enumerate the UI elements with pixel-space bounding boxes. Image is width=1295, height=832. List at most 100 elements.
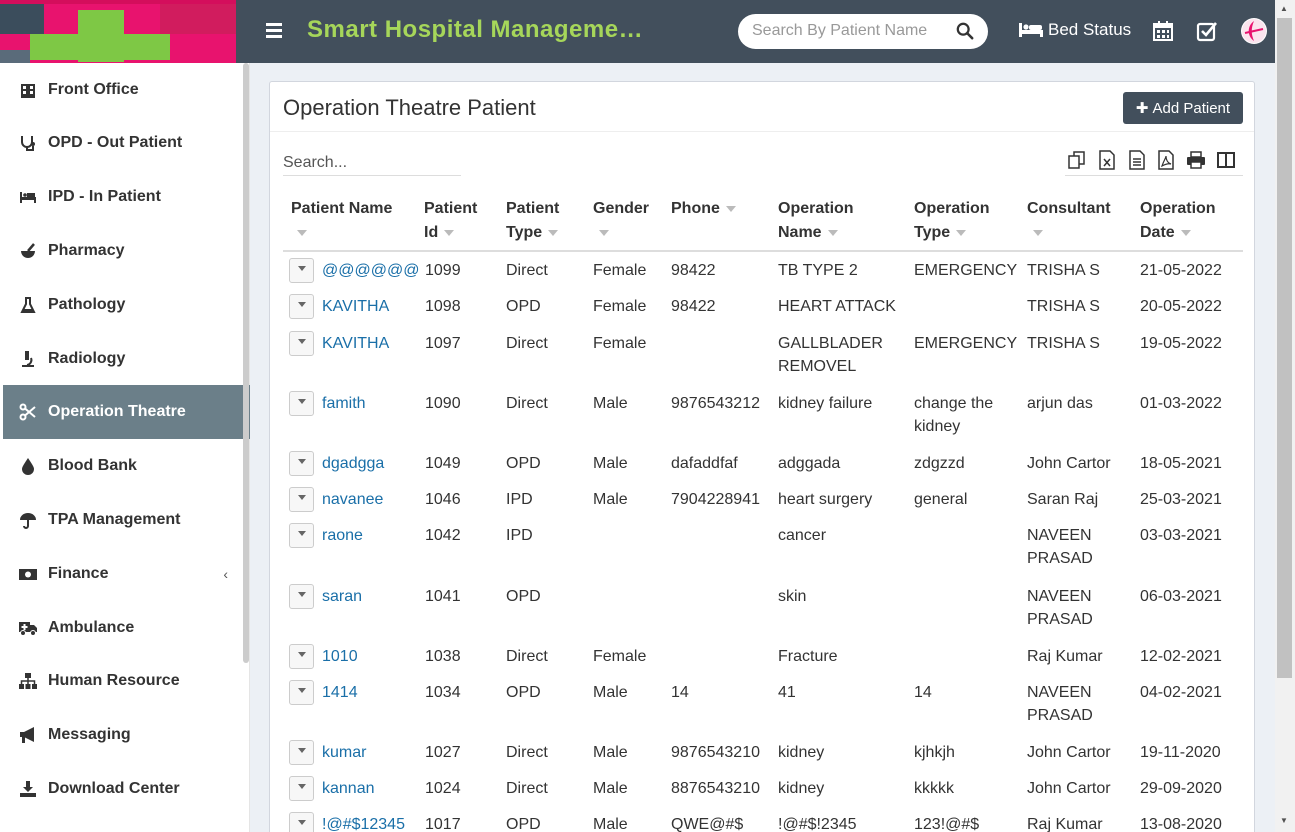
cell-operation-name: kidney failure <box>778 392 872 415</box>
cell-patient-name-link[interactable]: dgadgga <box>322 452 384 475</box>
cell-patient-name-link[interactable]: 1010 <box>322 645 358 668</box>
pdf-icon[interactable] <box>1156 150 1176 170</box>
user-avatar[interactable] <box>1241 18 1267 44</box>
search-icon[interactable] <box>956 22 974 40</box>
cell-operation-type: kkkkk <box>914 777 954 800</box>
sidebar-item-blood-bank[interactable]: Blood Bank <box>3 439 250 493</box>
expand-row-button[interactable] <box>289 740 314 765</box>
cell-operation-type: change the kidney <box>914 392 993 438</box>
csv-icon[interactable] <box>1127 150 1147 170</box>
expand-row-button[interactable] <box>289 331 314 356</box>
cell-patient-type: Direct <box>506 395 548 412</box>
sidebar-item-messaging[interactable]: Messaging <box>3 708 250 762</box>
cell-operation-type: 14 <box>914 681 932 704</box>
cell-patient-name-link[interactable]: 1414 <box>322 681 358 704</box>
calendar-icon[interactable] <box>1152 20 1174 42</box>
cell-operation-date: 01-03-2022 <box>1140 395 1222 412</box>
sidebar-item-tpa-management[interactable]: TPA Management <box>3 493 250 547</box>
expand-row-button[interactable] <box>289 487 314 512</box>
cell-operation-type: EMERGENCY <box>914 259 1017 282</box>
scroll-up-icon[interactable]: ▲ <box>1280 4 1288 13</box>
ambulance-icon <box>19 622 37 636</box>
menu-toggle-icon[interactable] <box>266 20 286 40</box>
cell-operation-type-line: kjhkjh <box>914 744 955 761</box>
col-header-operation-type[interactable]: Operation Type <box>914 197 990 245</box>
col-header-patient-name[interactable]: Patient Name <box>291 197 392 245</box>
sidebar-item-pharmacy[interactable]: Pharmacy <box>3 224 250 278</box>
cell-patient-id: 1038 <box>425 648 461 665</box>
sidebar-item-finance[interactable]: Finance ‹ <box>3 547 250 601</box>
add-patient-button[interactable]: ✚ Add Patient <box>1123 92 1243 124</box>
expand-row-button[interactable] <box>289 812 314 832</box>
cell-patient-name-link[interactable]: kumar <box>322 741 366 764</box>
cell-operation-type: general <box>914 488 967 511</box>
cell-operation-name: HEART ATTACK <box>778 295 896 318</box>
table-search-input[interactable] <box>283 150 461 176</box>
col-header-operation-date[interactable]: Operation Date <box>1140 197 1216 245</box>
patient-search-input[interactable] <box>752 22 932 40</box>
checkbox-icon[interactable] <box>1196 20 1218 42</box>
expand-row-button[interactable] <box>289 776 314 801</box>
cell-patient-name-link[interactable]: famith <box>322 392 366 415</box>
cell-consultant: John Cartor <box>1027 777 1111 800</box>
col-header-phone[interactable]: Phone <box>671 197 736 221</box>
cell-operation-name-line: heart surgery <box>778 491 873 508</box>
expand-row-button[interactable] <box>289 294 314 319</box>
cell-patient-name-link[interactable]: KAVITHA <box>322 295 389 318</box>
sidebar-item-radiology[interactable]: Radiology <box>3 332 250 386</box>
cell-gender: Female <box>593 335 647 352</box>
patient-search[interactable] <box>738 14 988 49</box>
col-header-operation-name[interactable]: Operation Name <box>778 197 854 245</box>
bed-status-link[interactable]: Bed Status <box>1018 20 1131 40</box>
sidebar-item-label: Front Office <box>48 81 139 98</box>
cell-consultant: Raj Kumar <box>1027 813 1103 832</box>
cell-patient-name-link[interactable]: raone <box>322 524 363 547</box>
sidebar-item-opd[interactable]: OPD - Out Patient <box>3 116 250 170</box>
cell-operation-name: skin <box>778 585 806 608</box>
logo[interactable] <box>0 0 236 63</box>
cell-consultant-line: arjun das <box>1027 395 1093 412</box>
columns-icon[interactable] <box>1216 150 1236 170</box>
cell-patient-name-link[interactable]: !@#$12345 <box>322 813 405 832</box>
building-icon <box>21 84 35 98</box>
cell-consultant-line: TRISHA S <box>1027 335 1100 352</box>
excel-icon[interactable] <box>1097 150 1117 170</box>
col-header-patient-type[interactable]: Patient Type <box>506 197 559 245</box>
col-header-consultant[interactable]: Consultant <box>1027 197 1111 245</box>
microscope-icon <box>22 351 34 367</box>
expand-row-button[interactable] <box>289 451 314 476</box>
sidebar-item-ambulance[interactable]: Ambulance <box>3 601 250 655</box>
expand-row-button[interactable] <box>289 644 314 669</box>
cell-operation-name-line: GALLBLADER <box>778 335 883 352</box>
page-title: Operation Theatre Patient <box>283 95 536 120</box>
cell-patient-name-link[interactable]: navanee <box>322 488 383 511</box>
sidebar-scrollbar[interactable] <box>243 63 249 663</box>
expand-row-button[interactable] <box>289 584 314 609</box>
col-header-patient-id[interactable]: Patient Id <box>424 197 477 245</box>
expand-row-button[interactable] <box>289 258 314 283</box>
sidebar-item-operation-theatre[interactable]: Operation Theatre <box>3 385 250 439</box>
expand-row-button[interactable] <box>289 391 314 416</box>
cell-patient-name-link[interactable]: kannan <box>322 777 375 800</box>
sidebar-item-download-center[interactable]: Download Center <box>3 762 250 816</box>
expand-row-button[interactable] <box>289 523 314 548</box>
cell-patient-id: 1041 <box>425 588 461 605</box>
sidebar-item-human-resource[interactable]: Human Resource <box>3 654 250 708</box>
copy-icon[interactable] <box>1067 150 1087 170</box>
cell-patient-name-link[interactable]: saran <box>322 585 362 608</box>
cell-phone: 7904228941 <box>671 491 760 508</box>
scroll-down-icon[interactable]: ▼ <box>1280 816 1288 825</box>
mortar-pestle-icon <box>21 243 35 258</box>
cell-patient-name-link[interactable]: KAVITHA <box>322 332 389 355</box>
page-scrollbar[interactable]: ▲ ▼ <box>1275 0 1295 832</box>
sidebar-item-ipd[interactable]: IPD - In Patient <box>3 170 250 224</box>
col-header-gender[interactable]: Gender <box>593 197 649 245</box>
expand-row-button[interactable] <box>289 680 314 705</box>
scrollbar-thumb[interactable] <box>1277 18 1292 678</box>
cell-patient-name-link[interactable]: @@@@@@ <box>322 259 419 282</box>
print-icon[interactable] <box>1186 150 1206 170</box>
cell-operation-name: kidney <box>778 741 824 764</box>
sidebar-item-pathology[interactable]: Pathology <box>3 278 250 332</box>
cell-phone: 8876543210 <box>671 780 760 797</box>
sidebar-item-front-office[interactable]: Front Office <box>3 63 250 117</box>
